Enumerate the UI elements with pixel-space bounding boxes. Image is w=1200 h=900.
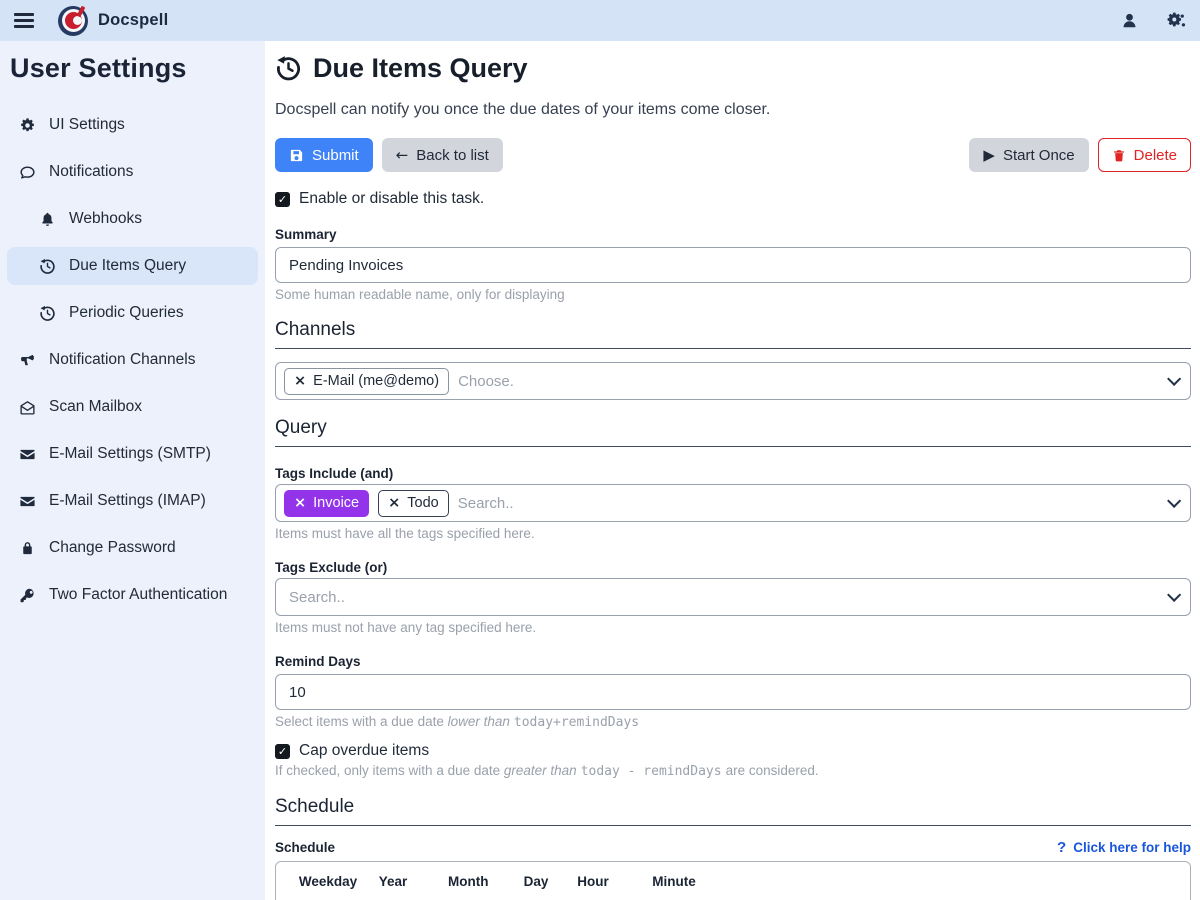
question-icon: ? [1057, 839, 1066, 856]
tags-include-label: Tags Include (and) [275, 466, 1191, 481]
sidebar-item-label: Due Items Query [69, 257, 186, 275]
tag-chip-invoice[interactable]: × Invoice [284, 490, 369, 517]
schedule-label: Schedule [275, 840, 335, 855]
topbar: Docspell [0, 0, 1200, 41]
envelope-icon [18, 445, 36, 463]
history-icon [38, 304, 56, 322]
action-bar: Submit ← Back to list ▶ Start Once Delet… [275, 138, 1191, 172]
key-icon [18, 586, 36, 604]
remind-days-input[interactable] [275, 674, 1191, 710]
sidebar-item-email-imap[interactable]: E-Mail Settings (IMAP) [7, 482, 258, 520]
tags-include-placeholder: Search.. [458, 495, 514, 512]
tags-exclude-placeholder: Search.. [289, 589, 345, 606]
bell-icon [38, 210, 56, 228]
enable-task-row: ✓ Enable or disable this task. [275, 190, 1191, 208]
page-title-text: Due Items Query [313, 53, 528, 84]
sidebar-item-label: Periodic Queries [69, 304, 184, 322]
user-icon[interactable] [1120, 11, 1139, 30]
sidebar-item-label: Change Password [49, 539, 176, 557]
channels-heading: Channels [275, 319, 1191, 349]
chevron-down-icon[interactable] [1167, 588, 1181, 602]
docspell-logo[interactable] [58, 6, 88, 36]
enable-task-label: Enable or disable this task. [299, 190, 484, 208]
schedule-help-link[interactable]: ? Click here for help [1057, 839, 1191, 856]
page-title: Due Items Query [275, 53, 1191, 84]
channels-placeholder: Choose. [458, 373, 514, 390]
sidebar-title: User Settings [7, 51, 258, 84]
tags-exclude-select[interactable]: Search.. [275, 578, 1191, 616]
remind-days-label: Remind Days [275, 654, 1191, 669]
cap-overdue-row: ✓ Cap overdue items [275, 742, 1191, 760]
sidebar-item-label: UI Settings [49, 116, 125, 134]
history-icon [38, 257, 56, 275]
tags-include-select[interactable]: × Invoice × Todo Search.. [275, 484, 1191, 522]
settings-gears-icon[interactable] [1165, 11, 1186, 30]
sidebar-item-label: Notifications [49, 163, 133, 181]
page-subtitle: Docspell can notify you once the due dat… [275, 101, 1191, 119]
sidebar-item-label: Webhooks [69, 210, 142, 228]
tag-chip-todo[interactable]: × Todo [378, 490, 449, 517]
sidebar-item-scan-mailbox[interactable]: Scan Mailbox [7, 388, 258, 426]
summary-hint: Some human readable name, only for displ… [275, 287, 1191, 302]
sidebar-item-two-factor[interactable]: Two Factor Authentication [7, 576, 258, 614]
enable-task-checkbox[interactable]: ✓ [275, 192, 290, 207]
remind-days-hint: Select items with a due date lower thant… [275, 714, 1191, 730]
cap-overdue-hint: If checked, only items with a due date g… [275, 763, 1191, 779]
sidebar-item-label: Two Factor Authentication [49, 586, 227, 604]
cap-overdue-checkbox[interactable]: ✓ [275, 744, 290, 759]
schedule-heading: Schedule [275, 796, 1191, 826]
back-to-list-button[interactable]: ← Back to list [382, 138, 503, 172]
remove-chip-icon[interactable]: × [294, 495, 306, 511]
menu-icon[interactable] [14, 13, 34, 28]
sidebar-nav: UI Settings Notifications Webhooks Due I… [7, 106, 258, 614]
remove-chip-icon[interactable]: × [294, 373, 306, 389]
sidebar-item-change-password[interactable]: Change Password [7, 529, 258, 567]
sidebar-item-webhooks[interactable]: Webhooks [7, 200, 258, 238]
history-icon [275, 55, 302, 82]
chevron-down-icon[interactable] [1167, 372, 1181, 386]
sidebar-item-ui-settings[interactable]: UI Settings [7, 106, 258, 144]
schedule-table-header: Weekday Year Month Day Hour Minute [288, 874, 1190, 889]
schedule-table: Weekday Year Month Day Hour Minute * – *… [275, 861, 1191, 900]
play-icon: ▶ [983, 148, 995, 163]
sidebar-item-label: Notification Channels [49, 351, 195, 369]
channels-select[interactable]: × E-Mail (me@demo) Choose. [275, 362, 1191, 400]
save-icon [289, 148, 304, 163]
app-title[interactable]: Docspell [98, 11, 168, 30]
bullhorn-icon [18, 351, 36, 369]
sidebar-item-notifications[interactable]: Notifications [7, 153, 258, 191]
gear-icon [18, 116, 36, 134]
arrow-left-icon: ← [396, 148, 409, 163]
remove-chip-icon[interactable]: × [388, 495, 400, 511]
sidebar-item-notification-channels[interactable]: Notification Channels [7, 341, 258, 379]
delete-button[interactable]: Delete [1098, 138, 1191, 172]
submit-button[interactable]: Submit [275, 138, 373, 172]
envelope-open-icon [18, 398, 36, 416]
trash-icon [1112, 148, 1126, 163]
summary-input[interactable] [275, 247, 1191, 283]
schedule-label-row: Schedule ? Click here for help [275, 839, 1191, 856]
chevron-down-icon[interactable] [1167, 494, 1181, 508]
sidebar-item-label: Scan Mailbox [49, 398, 142, 416]
start-once-button[interactable]: ▶ Start Once [969, 138, 1088, 172]
query-heading: Query [275, 417, 1191, 447]
envelope-icon [18, 492, 36, 510]
tags-exclude-label: Tags Exclude (or) [275, 560, 1191, 575]
summary-label: Summary [275, 227, 1191, 242]
user-lock-icon [18, 539, 36, 557]
sidebar-item-due-items-query[interactable]: Due Items Query [7, 247, 258, 285]
tags-exclude-hint: Items must not have any tag specified he… [275, 620, 1191, 635]
cap-overdue-label: Cap overdue items [299, 742, 429, 760]
sidebar-item-label: E-Mail Settings (IMAP) [49, 492, 206, 510]
sidebar-item-email-smtp[interactable]: E-Mail Settings (SMTP) [7, 435, 258, 473]
channel-chip[interactable]: × E-Mail (me@demo) [284, 368, 449, 395]
main-content: Due Items Query Docspell can notify you … [265, 41, 1200, 900]
sidebar-item-periodic-queries[interactable]: Periodic Queries [7, 294, 258, 332]
sidebar-item-label: E-Mail Settings (SMTP) [49, 445, 211, 463]
comment-icon [18, 163, 36, 181]
sidebar: User Settings UI Settings Notifications … [0, 41, 265, 900]
tags-include-hint: Items must have all the tags specified h… [275, 526, 1191, 541]
